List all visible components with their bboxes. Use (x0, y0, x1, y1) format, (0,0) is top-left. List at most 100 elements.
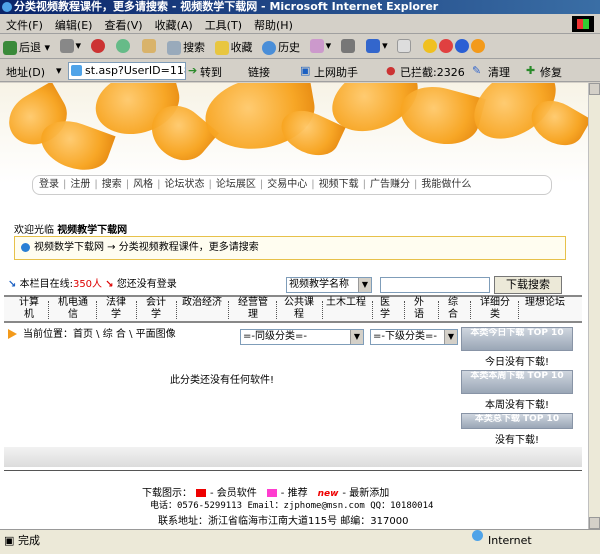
links-button[interactable]: 链接 (248, 64, 270, 80)
refresh-button[interactable] (113, 38, 135, 54)
mail-button[interactable]: ▾ (307, 38, 335, 54)
repair-button[interactable]: 修复 (540, 64, 562, 80)
chevron-down-icon: ▼ (350, 330, 363, 344)
nav-style[interactable]: 风格 (133, 179, 153, 190)
category-bar: 计算机 机电通信 法律学 会计学 政治经济 经营管理 公共课程 土木工程 医学 … (4, 295, 582, 323)
search-icon (167, 41, 182, 55)
history-button[interactable]: 历史 (259, 38, 303, 56)
category-political-economy[interactable]: 政治经济 (182, 297, 222, 323)
leaf-image (394, 83, 486, 153)
week-top10-empty: 本周没有下载! (484, 400, 549, 411)
standard-toolbar: 后退 ▾ ▾ 搜索 收藏 历史 ▾ ▾ (0, 35, 600, 59)
window-title-bar: 分类视频教程课件，更多请搜索 - 视频数学下载网 - Microsoft Int… (0, 0, 600, 14)
category-computer[interactable]: 计算机 (16, 297, 42, 323)
assistant-icon: ▣ (300, 64, 311, 77)
status-text: 完成 (18, 534, 40, 547)
favorites-button[interactable]: 收藏 (212, 38, 256, 56)
print-icon (340, 39, 355, 53)
messenger-button[interactable] (420, 38, 490, 54)
assistant-button[interactable]: 上网助手 (314, 64, 358, 80)
home-icon (141, 39, 156, 53)
category-detailed[interactable]: 详细分类 (476, 297, 514, 323)
popup-blocked-count[interactable]: 已拦截:2326 (400, 64, 465, 80)
category-ideal-forum[interactable]: 理想论坛 (524, 297, 566, 323)
nav-trade-center[interactable]: 交易中心 (267, 179, 307, 190)
menu-tools[interactable]: 工具(T) (199, 14, 248, 36)
menu-edit[interactable]: 编辑(E) (49, 14, 99, 36)
search-button[interactable]: 搜索 (164, 38, 208, 56)
web-page: 登录 | 注册 | 搜索 | 风格 | 论坛状态 | 论坛展区 | 交易中心 | 视频下载 | 广告赚分 | 我能做… (0, 83, 588, 529)
search-type-select[interactable]: 视频教学名称 ▼ (286, 277, 372, 293)
forward-button[interactable]: ▾ (57, 38, 85, 54)
category-foreign-language[interactable]: 外语 (412, 297, 426, 323)
edit-button[interactable]: ▾ (363, 38, 391, 54)
category-general[interactable]: 综合 (446, 297, 460, 323)
go-button[interactable]: 转到 (200, 64, 222, 80)
address-bar: 地址(D) ▾ st.asp?UserID=118 ➔ 转到 链接 ▣ 上网助手… (0, 60, 600, 82)
category-civil-engineering[interactable]: 土木工程 (326, 297, 366, 323)
stop-icon (90, 39, 105, 53)
autumn-leaves-banner (0, 83, 588, 183)
vertical-scrollbar[interactable] (588, 83, 600, 529)
search-input[interactable] (380, 277, 490, 293)
print-button[interactable] (338, 38, 360, 54)
category-electromechanical[interactable]: 机电通信 (54, 297, 92, 323)
nav-login[interactable]: 登录 (39, 179, 59, 190)
recommend-star-icon (266, 489, 277, 497)
back-button[interactable]: 后退 ▾ (0, 38, 53, 56)
total-top10-header: 本类总下载 TOP 10 (461, 413, 573, 429)
arrow-icon: ↘ (105, 279, 114, 290)
forum-nav-bar: 登录 | 注册 | 搜索 | 风格 | 论坛状态 | 论坛展区 | 交易中心 | 视频下载 | 广告赚分 | 我能做… (32, 175, 552, 195)
nav-search[interactable]: 搜索 (102, 179, 122, 190)
site-name: 视频教学下载网 (57, 225, 128, 236)
download-search-button[interactable]: 下载搜索 (494, 276, 562, 294)
breadcrumb: 视频数学下载网 → 分类视频教程课件，更多请搜索 (14, 236, 566, 260)
nav-what-can-i-do[interactable]: 我能做什么 (421, 179, 471, 190)
address-dropdown-icon[interactable]: ▾ (56, 64, 62, 77)
scroll-down-icon[interactable] (589, 517, 600, 529)
category-management[interactable]: 经营管理 (234, 297, 272, 323)
home-button[interactable] (139, 38, 161, 54)
sub-level-category-select[interactable]: =-下级分类=- ▼ (370, 329, 458, 345)
menu-favorites[interactable]: 收藏(A) (149, 14, 199, 36)
postal-address: 联系地址：浙江省临海市江南大道115号 邮编：317000 (158, 516, 409, 527)
chevron-down-icon: ▼ (444, 330, 457, 344)
online-count: 350人 (72, 279, 103, 290)
clean-button[interactable]: 清理 (488, 64, 510, 80)
clean-icon: ✎ (472, 64, 482, 77)
forward-arrow-icon (59, 39, 74, 53)
footer-divider (4, 470, 582, 471)
scroll-up-icon[interactable] (589, 83, 600, 95)
repair-icon: ✚ (526, 64, 536, 77)
nav-register[interactable]: 注册 (70, 179, 90, 190)
address-input[interactable]: st.asp?UserID=118 (68, 62, 186, 80)
download-legend: 下载图示： - 会员软件 - 推荐 new - 最新添加 (142, 488, 390, 499)
same-level-category-select[interactable]: =-同级分类=- ▼ (240, 329, 364, 345)
category-public-course[interactable]: 公共课程 (280, 297, 318, 323)
welcome-line: 欢迎光临 视频教学下载网 (14, 225, 128, 236)
week-top10-header: 本类本周下载 TOP 10 (461, 370, 573, 394)
ie-icon (2, 2, 12, 12)
nav-ad-points[interactable]: 广告赚分 (370, 179, 410, 190)
menu-help[interactable]: 帮助(H) (248, 14, 299, 36)
category-law[interactable]: 法律学 (102, 297, 130, 323)
msn-icon (454, 39, 469, 53)
page-done-icon: ▣ (4, 534, 15, 547)
category-accounting[interactable]: 会计学 (142, 297, 170, 323)
qq-icon (438, 39, 453, 53)
security-zone: Internet (488, 534, 532, 547)
nav-forum-gallery[interactable]: 论坛展区 (216, 179, 256, 190)
nav-forum-status[interactable]: 论坛状态 (165, 179, 205, 190)
history-icon (262, 41, 277, 55)
emoticon-icon (470, 39, 485, 53)
gray-divider-bar (4, 447, 582, 467)
nav-video-download[interactable]: 视频下载 (319, 179, 359, 190)
contact-info: 电话：0576-5299113 Email：zjphome@msn.com QQ… (150, 501, 434, 511)
stop-button[interactable] (88, 38, 110, 54)
mail-icon (309, 39, 324, 53)
menu-file[interactable]: 文件(F) (0, 14, 49, 36)
member-flag-icon (196, 489, 206, 497)
category-medicine[interactable]: 医学 (378, 297, 392, 323)
discuss-button[interactable] (394, 38, 416, 54)
menu-view[interactable]: 查看(V) (98, 14, 148, 36)
